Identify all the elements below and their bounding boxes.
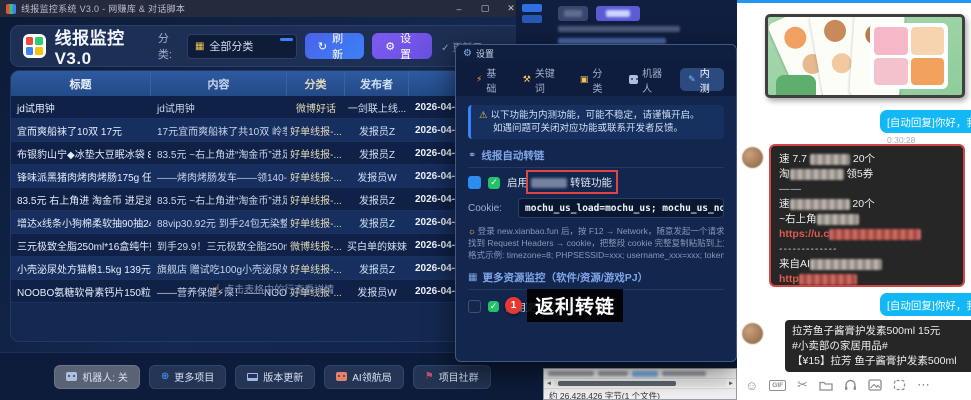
chat-image-message[interactable]	[765, 14, 965, 98]
avatar[interactable]	[742, 147, 763, 168]
app-icon	[6, 4, 16, 14]
confirm-button[interactable]	[596, 6, 640, 21]
robot-icon	[336, 372, 347, 381]
robot-icon	[629, 75, 639, 84]
checkbox-unchecked[interactable]	[468, 300, 481, 313]
settings-button[interactable]: ⚙ 设置	[372, 33, 432, 59]
link-text[interactable]: https://u.c	[779, 228, 829, 240]
bulb-icon: ☼	[468, 226, 476, 236]
page-title: 线报监控 V3.0	[55, 24, 158, 69]
headset-icon[interactable]	[844, 379, 857, 391]
dialog-title: 设置	[476, 47, 494, 60]
cookie-tips: ☼登录 new.xianbao.fun 后，按 F12 → Network，随意…	[468, 225, 724, 261]
color-swatch[interactable]	[468, 176, 481, 189]
image-icon[interactable]	[868, 379, 882, 391]
gear-icon: ⚙	[463, 48, 472, 59]
gear-icon: ⚙	[385, 40, 395, 53]
avatar[interactable]	[742, 323, 763, 344]
incoming-message[interactable]: 拉芳鱼子酱膏护发素500ml 15元 #小卖部の家居用品# 【¥15】拉芳 鱼子…	[785, 320, 971, 372]
tab-keywords[interactable]: ⚒ 关键词	[515, 68, 568, 91]
warning-icon: ⚠	[479, 110, 488, 121]
outgoing-bubble[interactable]: [自动回复]你好，我现	[880, 110, 971, 133]
tab-robot[interactable]: 机器人	[621, 68, 677, 91]
tab-category[interactable]: ▣ 分类	[572, 68, 617, 91]
emoji-icon[interactable]: ☺	[745, 378, 758, 393]
laptop-icon	[247, 373, 258, 381]
link-icon: ⚭	[468, 150, 476, 161]
chat-accent-line	[737, 0, 971, 3]
cookie-input[interactable]: mochu_us_load=mochu_us; mochu_us_notice	[518, 198, 724, 218]
gif-icon[interactable]: GIF	[769, 380, 786, 391]
small-blue-button[interactable]	[522, 15, 542, 23]
screen-capture-icon[interactable]	[893, 379, 906, 391]
scissors-icon[interactable]: ✂	[797, 377, 808, 393]
refresh-button[interactable]: ↻ 刷新	[305, 33, 364, 59]
robot-toggle-button[interactable]: 机器人: 关	[54, 365, 140, 389]
col-title: 标题	[11, 71, 151, 96]
annotation-badge: 1	[505, 297, 522, 314]
incoming-message-annotated[interactable]: 速 7.7 20个 淘 领5券 —— 速 20个 ~右上角 https://u.…	[769, 144, 965, 287]
scrollbar-thumb[interactable]	[558, 381, 676, 386]
col-publisher: 发布者	[345, 71, 409, 96]
globe-icon: ⊕	[161, 371, 169, 382]
pointing-hand-icon: ☝	[213, 282, 220, 296]
cookie-label: Cookie:	[468, 203, 510, 214]
tab-beta[interactable]: ✎ 内测	[680, 68, 724, 91]
refresh-icon: ↻	[318, 40, 327, 53]
window-title: 线报监控系统 V3.0 - 网赚库 & 对话脚本	[21, 2, 185, 15]
robot-icon	[66, 372, 77, 381]
folder-icon[interactable]	[819, 380, 833, 391]
cookie-row: Cookie: mochu_us_load=mochu_us; mochu_us…	[468, 198, 724, 218]
link-text[interactable]: http	[779, 273, 799, 285]
horizontal-scrollbar[interactable]: ◄ ►	[544, 378, 736, 389]
dialog-titlebar: ⚙ 设置	[456, 45, 736, 62]
status-bar: 约 26,428,426 字节(1 个文件)	[544, 389, 736, 400]
more-icon[interactable]: ⋯	[917, 377, 930, 393]
section-autolink: ⚭ 线报自动转链	[468, 148, 724, 168]
ai-hub-button[interactable]: AI领航局	[324, 365, 403, 389]
select-indicator	[280, 38, 293, 41]
screen: 线报监控系统 V3.0 - 网赚库 & 对话脚本 – ▢ ✕ 线报监控 V3.0…	[0, 0, 971, 400]
wrench-icon: ⚒	[523, 74, 531, 85]
bolt-icon: ⚡	[476, 74, 482, 85]
annotation-label: 返利转链	[527, 289, 623, 322]
explorer-window-fragment: ◄ ► 约 26,428,426 字节(1 个文件)	[543, 368, 737, 400]
scroll-right-icon[interactable]: ►	[726, 381, 736, 387]
version-update-button[interactable]: 版本更新	[235, 365, 315, 389]
more-projects-button[interactable]: ⊕ 更多项目	[149, 365, 226, 389]
app-logo-icon	[23, 34, 46, 58]
pencil-icon: ✎	[688, 74, 696, 85]
chat-toolbar: ☺ GIF ✂ ⋯	[745, 377, 930, 393]
minimize-button[interactable]: –	[453, 4, 465, 14]
autolink-enable-row: ✓ 启用 转链功能	[468, 175, 724, 190]
col-category: 分类	[287, 71, 345, 96]
os-titlebar: 线报监控系统 V3.0 - 网赚库 & 对话脚本 – ▢ ✕	[0, 0, 545, 17]
beta-warning: ⚠以下功能为内测功能，可能不稳定，请谨慎开启。 如遇问题可关闭对应功能或联系开发…	[468, 105, 724, 139]
tab-basic[interactable]: ⚡ 基础	[468, 68, 511, 91]
checkbox-checked[interactable]: ✓	[488, 177, 500, 189]
flag-icon: ⚑	[425, 371, 434, 382]
section-more-monitor: ▦ 更多资源监控（软件/资源/游戏PJ）	[468, 270, 724, 290]
category-select[interactable]: ▦ 全部分类	[187, 34, 297, 59]
selected-item[interactable]	[632, 371, 658, 377]
package-icon: ▦	[468, 272, 477, 283]
grid-icon: ▦	[195, 41, 204, 52]
project-community-button[interactable]: ⚑ 项目社群	[413, 365, 491, 389]
explorer-items-row	[544, 369, 736, 378]
outgoing-bubble[interactable]: [自动回复]你好，我现	[880, 293, 971, 316]
maximize-button[interactable]: ▢	[479, 3, 491, 14]
category-label: 分类:	[158, 30, 181, 62]
dialog-tabs: ⚡ 基础 ⚒ 关键词 ▣ 分类 机器人 ✎ 内测	[456, 62, 736, 96]
add-button[interactable]	[558, 6, 588, 21]
category-selected: 全部分类	[209, 38, 253, 54]
col-content: 内容	[151, 71, 287, 96]
check-icon: ✓	[488, 301, 499, 312]
chat-window: [自动回复]你好，我现 0:30:28 速 7.7 20个 淘 领5券 —— 速…	[737, 0, 971, 400]
background-window-fragment	[516, 0, 737, 44]
small-blue-button[interactable]	[522, 4, 542, 12]
folder-icon: ▣	[580, 74, 589, 85]
scroll-left-icon[interactable]: ◄	[544, 381, 554, 387]
